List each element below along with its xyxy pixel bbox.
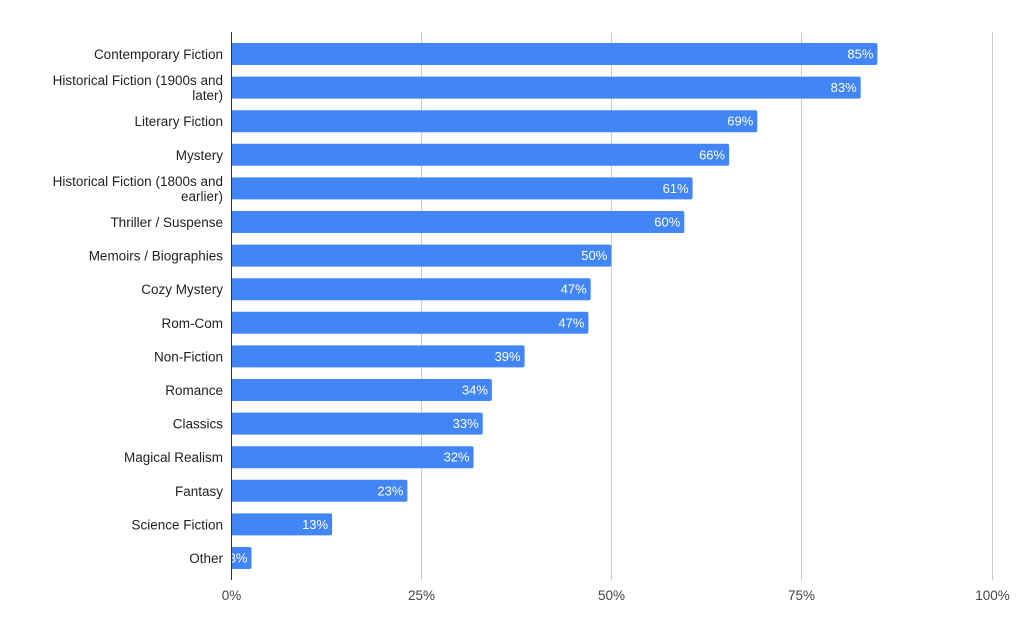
bar: [231, 345, 525, 368]
category-label: Mystery: [176, 148, 224, 163]
bar-group: 3%: [229, 547, 252, 569]
bar-group: 83%: [231, 76, 861, 99]
category-label: Rom-Com: [161, 316, 223, 331]
category-label-line: Contemporary Fiction: [94, 47, 223, 62]
bar: [231, 211, 685, 233]
category-label-line: Fantasy: [175, 484, 223, 499]
bar: [231, 379, 492, 401]
bar: [231, 43, 878, 65]
x-axis-tick-labels: 0% 25% 50% 75% 100%: [222, 588, 1010, 603]
bar-group: 85%: [231, 43, 878, 65]
category-label: Other: [189, 551, 223, 566]
bar-group: 13%: [231, 513, 333, 536]
bars: 85% 83% 69% 66% 61% 60% 50% 47% 47% 39% 34% 33% 32% 2…: [229, 43, 878, 569]
category-label: Literary Fiction: [134, 114, 223, 129]
bar: [231, 177, 693, 200]
bar-data-label: 60%: [654, 215, 680, 230]
bar-data-label: 39%: [495, 349, 521, 364]
bar: [231, 311, 589, 334]
bar-data-label: 69%: [727, 114, 753, 129]
category-label: Historical Fiction (1900s and later): [53, 73, 223, 103]
category-label: Science Fiction: [131, 517, 223, 532]
bar-group: 66%: [231, 143, 730, 166]
x-tick-label: 0%: [222, 588, 242, 603]
bar-data-label: 33%: [453, 416, 479, 431]
bar-group: 69%: [231, 110, 758, 133]
bar: [231, 76, 861, 99]
bar-group: 47%: [231, 311, 589, 334]
bar-data-label: 32%: [444, 450, 470, 465]
bar-data-label: 23%: [377, 483, 403, 498]
category-label-line: Classics: [173, 417, 224, 432]
bar-data-label: 13%: [302, 517, 328, 532]
x-tick-label: 50%: [598, 588, 625, 603]
bar-group: 60%: [231, 211, 685, 233]
bar-group: 39%: [231, 345, 525, 368]
category-label-line: Historical Fiction (1800s and: [53, 174, 223, 189]
bar: [231, 412, 483, 435]
bar-group: 23%: [231, 479, 408, 502]
x-tick-label: 100%: [975, 588, 1010, 603]
category-label: Thriller / Suspense: [110, 215, 223, 230]
category-label-line: Cozy Mystery: [141, 282, 223, 297]
x-tick-label: 75%: [788, 588, 815, 603]
bar: [231, 244, 612, 267]
bar-data-label: 83%: [831, 80, 857, 95]
category-label-line: Other: [189, 551, 223, 566]
category-label-line: Mystery: [176, 148, 224, 163]
bar-group: 61%: [231, 177, 693, 200]
category-label-line: Memoirs / Biographies: [89, 249, 224, 264]
bar: [231, 110, 758, 133]
bar-group: 33%: [231, 412, 483, 435]
category-label-line: Historical Fiction (1900s and: [53, 73, 223, 88]
bar-data-label: 34%: [462, 383, 488, 398]
category-label: Classics: [173, 417, 224, 432]
bar-data-label: 50%: [581, 248, 607, 263]
category-label-line: Romance: [165, 383, 223, 398]
bar: [231, 143, 730, 166]
category-label: Cozy Mystery: [141, 282, 223, 297]
bar-group: 47%: [231, 278, 591, 301]
category-label-line: later): [192, 88, 223, 103]
category-label-line: Magical Realism: [124, 450, 223, 465]
category-labels: Contemporary Fiction Historical Fiction (…: [53, 47, 224, 566]
category-label: Memoirs / Biographies: [89, 249, 224, 264]
category-label-line: Literary Fiction: [134, 114, 223, 129]
bar: [231, 446, 474, 469]
category-label: Romance: [165, 383, 223, 398]
bar-group: 32%: [231, 446, 474, 469]
category-label: Contemporary Fiction: [94, 47, 223, 62]
bar: [231, 278, 591, 301]
category-label-line: earlier): [181, 189, 223, 204]
bar-data-label: 85%: [847, 47, 873, 62]
category-label-line: Science Fiction: [131, 517, 223, 532]
bar-chart: 85% 83% 69% 66% 61% 60% 50% 47% 47% 39% 34% 33% 32% 2…: [53, 32, 1010, 603]
category-label: Fantasy: [175, 484, 223, 499]
bar-data-label: 47%: [561, 282, 587, 297]
category-label-line: Rom-Com: [161, 316, 223, 331]
x-tick-label: 25%: [408, 588, 435, 603]
bar-group: 50%: [231, 244, 612, 267]
category-label: Historical Fiction (1800s and earlier): [53, 174, 223, 204]
bar-data-label: 61%: [663, 181, 689, 196]
bar-data-label: 66%: [699, 147, 725, 162]
category-label-line: Non-Fiction: [154, 349, 223, 364]
bar-data-label: 47%: [558, 315, 584, 330]
bar-group: 34%: [231, 379, 492, 401]
category-label: Magical Realism: [124, 450, 223, 465]
category-label: Non-Fiction: [154, 349, 223, 364]
category-label-line: Thriller / Suspense: [110, 215, 223, 230]
